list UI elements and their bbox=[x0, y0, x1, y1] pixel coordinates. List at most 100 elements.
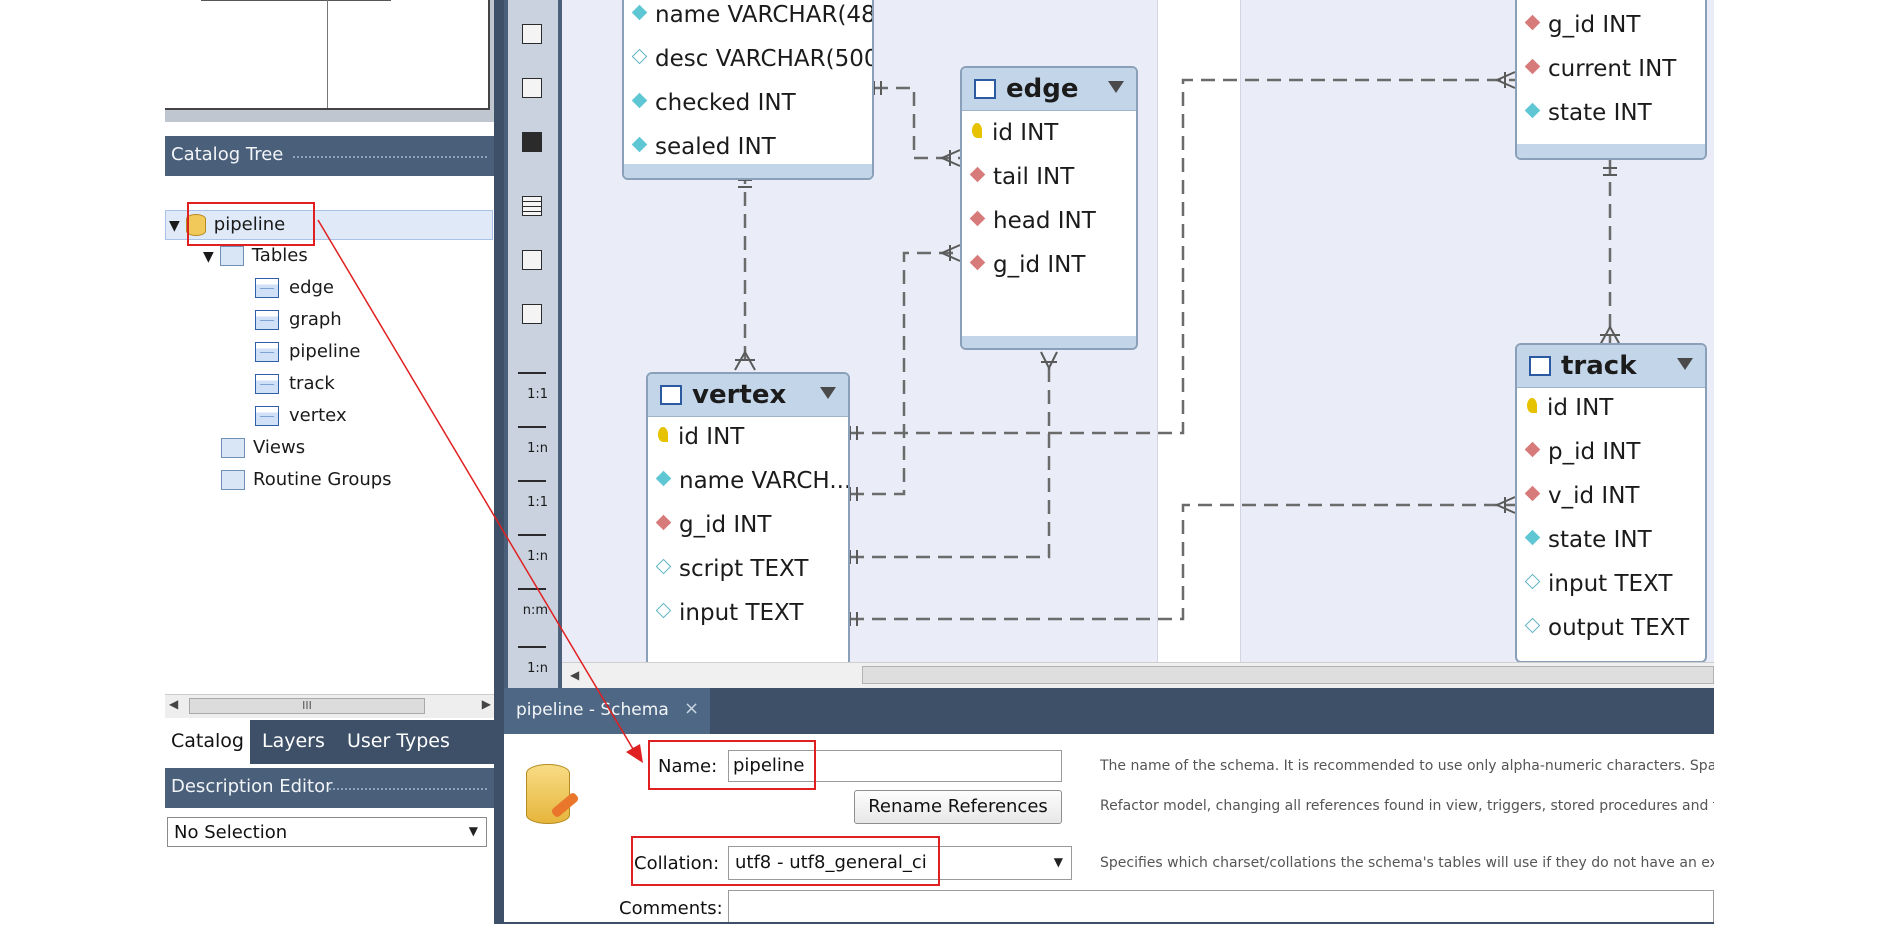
entity-column[interactable]: script TEXT bbox=[655, 556, 808, 582]
routine-tool-icon bbox=[522, 304, 542, 324]
toolbar-routine-tool[interactable] bbox=[512, 296, 552, 332]
expand-arrow-icon[interactable]: ▼ bbox=[169, 218, 180, 234]
column-label: g_id INT bbox=[1548, 12, 1641, 38]
entity-column[interactable]: g_id INT bbox=[969, 252, 1085, 278]
toolbar-table-tool[interactable] bbox=[512, 188, 552, 224]
tree-routine-groups-folder[interactable]: Routine Groups bbox=[221, 466, 392, 494]
column-label: id INT bbox=[678, 424, 745, 450]
column-label: g_id INT bbox=[679, 512, 772, 538]
name-hint: The name of the schema. It is recommende… bbox=[1100, 758, 1714, 774]
tree-table-track[interactable]: track bbox=[255, 370, 335, 398]
tree-table-label: track bbox=[289, 373, 335, 394]
rename-references-button[interactable]: Rename References bbox=[854, 790, 1062, 824]
entity-column[interactable]: v_id INT bbox=[1524, 483, 1639, 509]
schema-tab-title: pipeline - Schema bbox=[516, 700, 669, 720]
tab-layers[interactable]: Layers bbox=[262, 730, 325, 752]
toolbar-note-tool[interactable] bbox=[512, 70, 552, 106]
entity-column[interactable]: g_id INT bbox=[655, 512, 772, 538]
tree-tables-folder[interactable]: ▼ Tables bbox=[203, 242, 308, 270]
scroll-thumb[interactable]: III bbox=[189, 698, 425, 714]
toolbar-rel-1-n[interactable]: 1:n bbox=[512, 416, 552, 456]
comments-textarea[interactable] bbox=[728, 890, 1714, 922]
entity-header[interactable]: vertex bbox=[648, 374, 848, 417]
foreign-key-icon bbox=[1524, 14, 1541, 31]
entity-column[interactable]: id INT bbox=[1527, 395, 1613, 421]
scroll-left-arrow-icon[interactable]: ◀ bbox=[570, 668, 579, 682]
toolbar-rel-1-1[interactable]: 1:1 bbox=[512, 362, 552, 402]
toolbar-layer-tool[interactable] bbox=[512, 124, 552, 160]
entity-column[interactable]: checked INT bbox=[631, 90, 796, 116]
chevron-down-icon: ▼ bbox=[1053, 855, 1063, 869]
entity-column[interactable]: name VARCH... bbox=[655, 468, 848, 494]
column-label: p_id INT bbox=[1548, 439, 1641, 465]
relationship-line-icon bbox=[518, 372, 546, 374]
collapse-arrow-icon[interactable] bbox=[1108, 81, 1124, 93]
entity-column[interactable]: g_id INT bbox=[1524, 12, 1641, 38]
entity-header[interactable]: track bbox=[1517, 345, 1705, 388]
description-select[interactable]: No Selection ▼ bbox=[167, 817, 487, 847]
column-label: input TEXT bbox=[679, 600, 804, 626]
close-icon[interactable]: × bbox=[684, 698, 699, 719]
entity-column[interactable]: sealed INT bbox=[631, 134, 776, 160]
entity-column[interactable]: input TEXT bbox=[655, 600, 804, 626]
not-null-marker-icon bbox=[1524, 529, 1541, 546]
entity-track[interactable]: track id INT p_id INT v_id INT state INT… bbox=[1515, 343, 1707, 663]
diagram-horizontal-scrollbar[interactable]: ◀ bbox=[562, 662, 1714, 688]
entity-column[interactable]: p_id INT bbox=[1524, 439, 1641, 465]
tree-table-edge[interactable]: edge bbox=[255, 274, 334, 302]
scroll-grip: III bbox=[302, 699, 312, 712]
rename-references-label: Rename References bbox=[868, 796, 1048, 817]
tree-tables-label: Tables bbox=[251, 245, 308, 266]
tree-table-pipeline[interactable]: pipeline bbox=[255, 338, 360, 366]
entity-edge[interactable]: edge id INT tail INT head INT g_id INT bbox=[960, 66, 1138, 350]
entity-pipeline-partial[interactable]: g_id INT current INT state INT bbox=[1515, 0, 1707, 160]
entity-column[interactable]: state INT bbox=[1524, 100, 1652, 126]
foreign-key-icon bbox=[1524, 441, 1541, 458]
view-tool-icon bbox=[522, 250, 542, 270]
toolbar-rel-1-1-id[interactable]: 1:1 bbox=[512, 470, 552, 510]
relationship-line-icon bbox=[518, 534, 546, 536]
entity-column[interactable]: output TEXT bbox=[1524, 615, 1690, 641]
entity-column[interactable]: head INT bbox=[969, 208, 1096, 234]
collapse-arrow-icon[interactable] bbox=[820, 387, 836, 399]
tab-user-types[interactable]: User Types bbox=[347, 730, 450, 752]
collapse-arrow-icon[interactable] bbox=[1677, 358, 1693, 370]
entity-header[interactable]: edge bbox=[962, 68, 1136, 111]
tree-horizontal-scrollbar[interactable]: ◀ III ▶ bbox=[165, 694, 495, 718]
entity-column[interactable]: name VARCHAR(48) bbox=[631, 2, 872, 28]
diagram-scroll-thumb[interactable] bbox=[862, 666, 1714, 684]
primary-key-icon bbox=[1527, 398, 1537, 413]
entity-graph-partial[interactable]: name VARCHAR(48) desc VARCHAR(500) check… bbox=[622, 0, 874, 180]
panel-divider bbox=[494, 0, 504, 922]
tree-table-vertex[interactable]: vertex bbox=[255, 402, 347, 430]
entity-column[interactable]: tail INT bbox=[969, 164, 1074, 190]
scroll-left-arrow-icon[interactable]: ◀ bbox=[169, 697, 178, 711]
entity-vertex[interactable]: vertex id INT name VARCH... g_id INT scr… bbox=[646, 372, 850, 672]
entity-column[interactable]: desc VARCHAR(500) bbox=[631, 46, 872, 72]
tab-pipeline-schema[interactable]: pipeline - Schema × bbox=[504, 688, 710, 734]
entity-column[interactable]: state INT bbox=[1524, 527, 1652, 553]
toolbar-rel-n-m[interactable]: n:m bbox=[512, 578, 552, 618]
not-null-marker-icon bbox=[1524, 102, 1541, 119]
schema-editor-tabbar: pipeline - Schema × bbox=[504, 688, 1714, 734]
tree-table-graph[interactable]: graph bbox=[255, 306, 342, 334]
toolbar-view-tool[interactable] bbox=[512, 242, 552, 278]
schema-database-icon bbox=[526, 764, 580, 830]
toolbar-rel-1-n-existing[interactable]: 1:n bbox=[512, 636, 552, 676]
column-label: output TEXT bbox=[1548, 615, 1690, 641]
entity-column[interactable]: input TEXT bbox=[1524, 571, 1672, 597]
catalog-tree-title: Catalog Tree bbox=[171, 144, 284, 165]
column-label: state INT bbox=[1548, 527, 1652, 553]
left-panel: Catalog Tree ▼ pipeline ▼ Tables edge grap… bbox=[165, 0, 495, 922]
table-tool-icon bbox=[522, 196, 542, 216]
toolbar-rel-1-n-id[interactable]: 1:n bbox=[512, 524, 552, 564]
toolbar-image-tool[interactable] bbox=[512, 16, 552, 52]
tab-catalog[interactable]: Catalog bbox=[165, 720, 250, 764]
entity-column[interactable]: id INT bbox=[972, 120, 1058, 146]
entity-column[interactable]: current INT bbox=[1524, 56, 1676, 82]
tree-views-folder[interactable]: Views bbox=[221, 434, 305, 462]
scroll-right-arrow-icon[interactable]: ▶ bbox=[482, 697, 491, 711]
tree-routine-groups-label: Routine Groups bbox=[253, 469, 392, 490]
expand-arrow-icon[interactable]: ▼ bbox=[203, 249, 214, 265]
entity-column[interactable]: id INT bbox=[658, 424, 744, 450]
